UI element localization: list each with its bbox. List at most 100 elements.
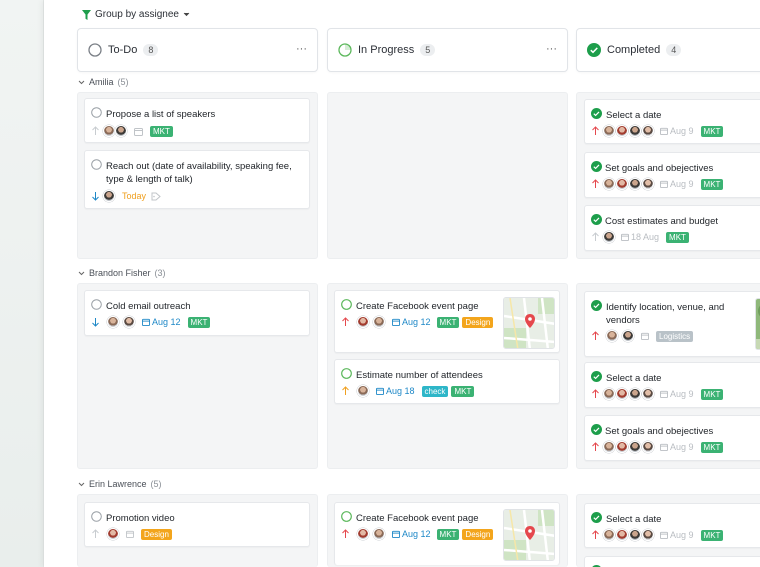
check-circle-icon[interactable] — [591, 424, 602, 435]
avatar[interactable] — [373, 528, 385, 540]
progress-circle-icon[interactable] — [341, 299, 352, 310]
avatar[interactable] — [642, 529, 654, 541]
task-card[interactable] — [584, 556, 760, 567]
avatar[interactable] — [642, 441, 654, 453]
tag-mkt[interactable]: MKT — [700, 178, 724, 190]
avatar[interactable] — [107, 528, 119, 540]
due-date[interactable]: Today — [122, 191, 146, 201]
task-card[interactable]: Cost estimates and budget 18 Aug MKT — [584, 205, 760, 251]
avatar[interactable] — [642, 125, 654, 137]
due-date[interactable]: Aug 9 — [660, 530, 694, 540]
due-date[interactable]: Aug 9 — [660, 389, 694, 399]
avatar[interactable] — [357, 316, 369, 328]
tag-logistics[interactable]: Logistics — [656, 330, 694, 342]
tag-mkt[interactable]: MKT — [436, 316, 460, 328]
tag-mkt[interactable]: MKT — [700, 388, 724, 400]
task-card[interactable]: Reach out (date of availability, speakin… — [84, 150, 310, 209]
avatar[interactable] — [103, 190, 115, 202]
tag-mkt[interactable]: MKT — [700, 441, 724, 453]
calendar-icon[interactable] — [134, 127, 143, 136]
column-header-in-progress[interactable]: In Progress 5 ··· — [327, 28, 568, 72]
empty-circle-icon[interactable] — [91, 159, 102, 170]
avatar[interactable] — [123, 316, 135, 328]
group-by-dropdown[interactable]: Group by assignee — [82, 9, 190, 20]
tag-icon[interactable] — [151, 192, 161, 201]
due-date[interactable]: Aug 9 — [660, 126, 694, 136]
avatar[interactable] — [629, 178, 641, 190]
avatar[interactable] — [616, 441, 628, 453]
task-card[interactable]: Select a date Aug 9 MKT — [584, 99, 760, 144]
avatar[interactable] — [629, 388, 641, 400]
due-date[interactable]: 18 Aug — [621, 232, 659, 242]
tag-mkt[interactable]: MKT — [150, 125, 173, 137]
due-date[interactable]: Aug 12 — [392, 529, 431, 539]
avatar[interactable] — [616, 178, 628, 190]
avatar[interactable] — [357, 385, 369, 397]
tag-check[interactable]: check — [421, 385, 449, 397]
task-card[interactable]: Set goals and obejectives Aug 9 MKT — [584, 152, 760, 198]
task-card[interactable]: Set goals and obejectives Aug 9 MKT — [584, 415, 760, 461]
avatar[interactable] — [603, 231, 615, 243]
calendar-icon[interactable] — [126, 530, 134, 538]
avatar[interactable] — [603, 178, 615, 190]
avatar[interactable] — [357, 528, 369, 540]
progress-circle-icon[interactable] — [341, 368, 352, 379]
task-card[interactable]: Select a date Aug 9 MKT — [584, 362, 760, 408]
avatar[interactable] — [603, 125, 615, 137]
empty-circle-icon[interactable] — [91, 511, 102, 522]
task-card[interactable]: Identify location, venue, and vendors Lo… — [584, 291, 760, 357]
column-header-completed[interactable]: Completed 4 — [576, 28, 760, 72]
avatar[interactable] — [103, 125, 115, 137]
avatar[interactable] — [629, 125, 641, 137]
avatar[interactable] — [603, 388, 615, 400]
avatar[interactable] — [373, 316, 385, 328]
task-card[interactable]: Create Facebook event page Aug 12 MKT De… — [334, 502, 560, 565]
check-circle-icon[interactable] — [591, 108, 602, 119]
avatar[interactable] — [603, 441, 615, 453]
avatar[interactable] — [629, 529, 641, 541]
avatar[interactable] — [616, 388, 628, 400]
image-thumbnail[interactable] — [755, 298, 760, 350]
task-card[interactable]: Propose a list of speakers MKT — [84, 98, 310, 143]
tag-mkt[interactable]: MKT — [451, 385, 475, 397]
check-circle-icon[interactable] — [591, 512, 602, 523]
task-card[interactable]: Select a date Aug 9 MKT — [584, 503, 760, 548]
tag-mkt[interactable]: MKT — [666, 231, 689, 243]
tag-mkt[interactable]: MKT — [436, 528, 460, 540]
due-date[interactable]: Aug 12 — [392, 317, 431, 327]
avatar[interactable] — [642, 388, 654, 400]
avatar[interactable] — [606, 330, 618, 342]
calendar-icon[interactable] — [641, 332, 649, 340]
avatar[interactable] — [107, 316, 119, 328]
tag-design[interactable]: Design — [141, 528, 172, 540]
avatar[interactable] — [629, 441, 641, 453]
due-date[interactable]: Aug 12 — [142, 317, 181, 327]
task-card[interactable]: Promotion video Design — [84, 502, 310, 547]
tag-mkt[interactable]: MKT — [187, 316, 211, 328]
group-toggle-amilia[interactable]: Amilia (5) — [78, 77, 129, 87]
avatar[interactable] — [616, 125, 628, 137]
check-circle-icon[interactable] — [591, 371, 602, 382]
avatar[interactable] — [603, 529, 615, 541]
column-header-todo[interactable]: To-Do 8 ··· — [77, 28, 318, 72]
task-card[interactable]: Estimate number of attendees Aug 18 chec… — [334, 359, 560, 404]
task-card[interactable]: Create Facebook event page Aug 12 MKT De… — [334, 290, 560, 353]
avatar[interactable] — [622, 330, 634, 342]
column-menu-button[interactable]: ··· — [546, 43, 557, 55]
check-circle-icon[interactable] — [591, 161, 602, 172]
avatar[interactable] — [115, 125, 127, 137]
tag-mkt[interactable]: MKT — [700, 529, 724, 541]
check-circle-icon[interactable] — [591, 300, 602, 311]
empty-circle-icon[interactable] — [91, 107, 102, 118]
due-date[interactable]: Aug 18 — [376, 386, 415, 396]
due-date[interactable]: Aug 9 — [660, 442, 694, 452]
column-menu-button[interactable]: ··· — [296, 43, 307, 55]
task-card[interactable]: Cold email outreach Aug 12 MKT — [84, 290, 310, 336]
empty-circle-icon[interactable] — [91, 299, 102, 310]
tag-design[interactable]: Design — [462, 316, 494, 328]
map-thumbnail[interactable] — [503, 297, 555, 349]
progress-circle-icon[interactable] — [341, 511, 352, 522]
avatar[interactable] — [616, 529, 628, 541]
check-circle-icon[interactable] — [591, 214, 602, 225]
group-toggle-erin-lawrence[interactable]: Erin Lawrence (5) — [78, 479, 162, 489]
